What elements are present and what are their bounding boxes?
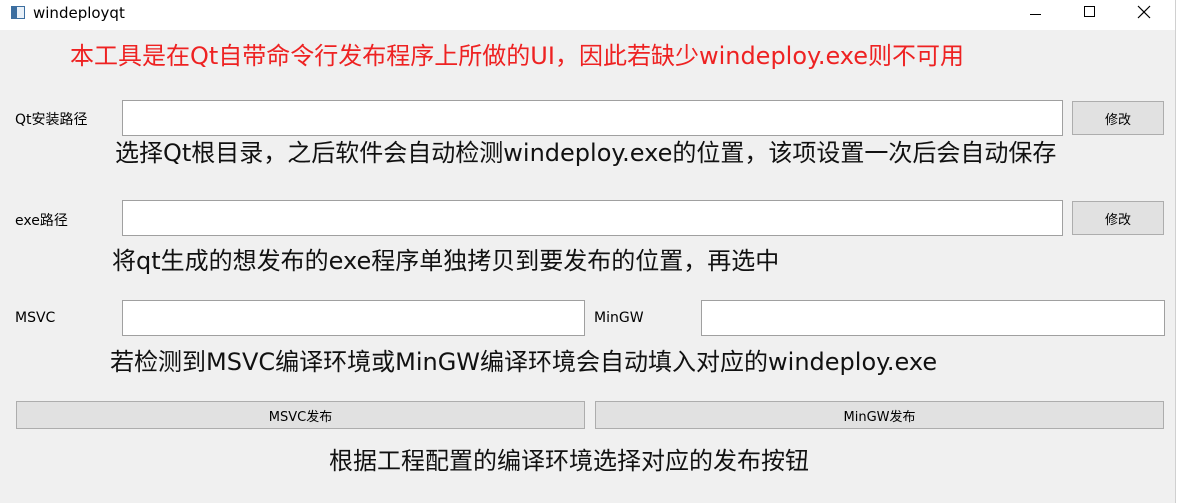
publish-hint: 根据工程配置的编译环境选择对应的发布按钮 (329, 447, 809, 475)
close-icon[interactable] (1121, 0, 1167, 30)
qt-path-hint: 选择Qt根目录，之后软件会自动检测windeploy.exe的位置，该项设置一次… (115, 139, 1057, 167)
warning-heading: 本工具是在Qt自带命令行发布程序上所做的UI，因此若缺少windeploy.ex… (70, 42, 965, 70)
compiler-hint: 若检测到MSVC编译环境或MinGW编译环境会自动填入对应的windeploy.… (110, 348, 938, 376)
mingw-label: MinGW (594, 310, 644, 326)
exe-path-change-button[interactable]: 修改 (1072, 201, 1164, 235)
exe-path-hint: 将qt生成的想发布的exe程序单独拷贝到要发布的位置，再选中 (112, 247, 780, 275)
msvc-publish-button[interactable]: MSVC发布 (16, 401, 585, 429)
qt-path-label: Qt安装路径 (15, 112, 88, 128)
minimize-icon[interactable] (1013, 0, 1059, 30)
qt-path-change-button[interactable]: 修改 (1072, 101, 1164, 135)
title-bar: windeployqt (0, 0, 1175, 30)
exe-path-input[interactable] (122, 200, 1063, 236)
window-title: windeployqt (33, 4, 125, 22)
mingw-publish-button[interactable]: MinGW发布 (595, 401, 1164, 429)
msvc-label: MSVC (15, 310, 56, 326)
maximize-icon[interactable] (1067, 0, 1113, 30)
qt-path-input[interactable] (122, 100, 1063, 136)
mingw-input[interactable] (701, 300, 1165, 336)
exe-path-label: exe路径 (15, 213, 68, 229)
app-icon (11, 6, 25, 19)
msvc-input[interactable] (122, 300, 585, 336)
app-window: windeployqt 本工具是在Qt自带命令行发布程序上所做的UI，因此若缺少… (0, 0, 1176, 503)
